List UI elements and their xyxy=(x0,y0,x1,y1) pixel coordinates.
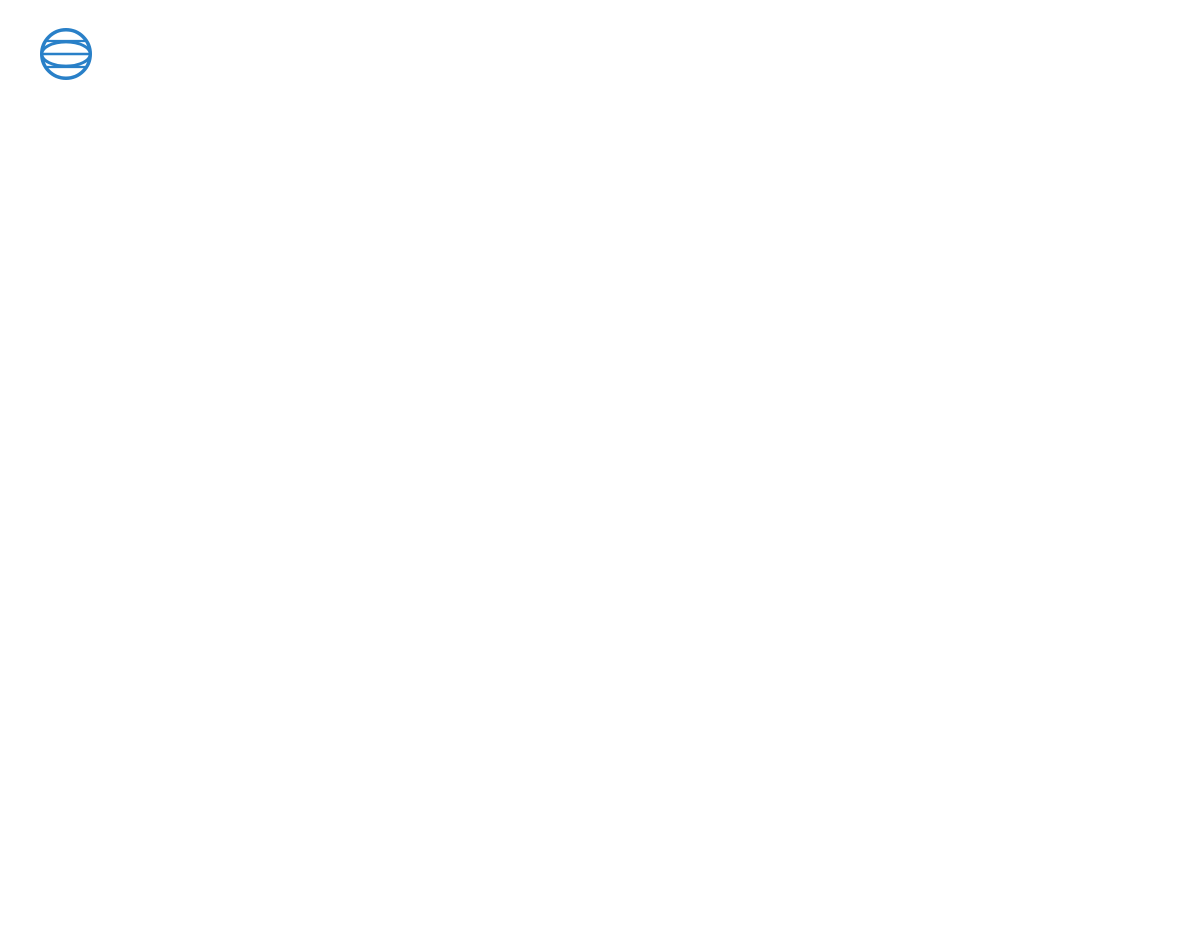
pie-chart-svg xyxy=(250,170,950,730)
chart-container xyxy=(250,170,950,730)
idc-globe-icon xyxy=(40,28,92,80)
logo-area xyxy=(40,28,100,80)
